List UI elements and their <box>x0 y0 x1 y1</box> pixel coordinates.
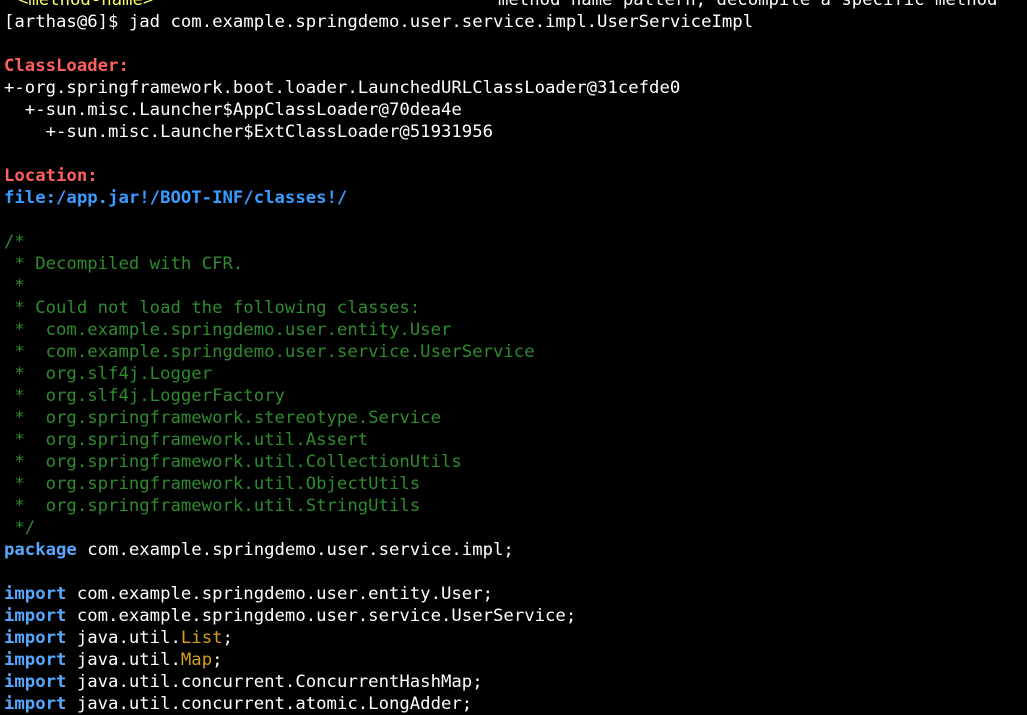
cutoff-help-line: <method-name> method name pattern, decomp… <box>4 0 1027 11</box>
comment-line: * Could not load the following classes: <box>4 298 421 318</box>
import-path: com.example.springdemo.user.entity.User; <box>66 584 494 604</box>
location-heading: Location: <box>4 166 98 186</box>
import-keyword: import <box>4 606 67 626</box>
import-path: java.util.concurrent.ConcurrentHashMap; <box>66 672 483 692</box>
import-suffix: ; <box>212 650 223 670</box>
package-keyword: package <box>4 540 77 560</box>
location-line: file:/app.jar!/BOOT-INF/classes!/ <box>4 187 1027 209</box>
import-line: import com.example.springdemo.user.entit… <box>4 583 1027 605</box>
import-path: java.util.concurrent.atomic.LongAdder; <box>66 694 473 714</box>
comment-line: * org.springframework.util.ObjectUtils <box>4 474 421 494</box>
import-line: import com.example.springdemo.user.servi… <box>4 605 1027 627</box>
comment-line: * org.slf4j.LoggerFactory <box>4 386 285 406</box>
comment-line: * Decompiled with CFR. <box>4 254 244 274</box>
classloader-entry: +-sun.misc.Launcher$ExtClassLoader@51931… <box>4 122 493 142</box>
terminal-output: <method-name> method name pattern, decomp… <box>4 0 1027 715</box>
classloader-line: +-sun.misc.Launcher$ExtClassLoader@51931… <box>4 121 1027 143</box>
classloader-line: +-org.springframework.boot.loader.Launch… <box>4 77 1027 99</box>
help-method-name: <method-name> <box>18 0 154 10</box>
classloader-heading: ClassLoader: <box>4 56 129 76</box>
import-line: import java.util.concurrent.atomic.LongA… <box>4 693 1027 715</box>
import-type: List <box>180 628 223 648</box>
comment-line: /* <box>4 232 25 252</box>
import-keyword: import <box>4 694 67 714</box>
location-path: file:/app.jar!/BOOT-INF/classes!/ <box>4 188 348 208</box>
import-suffix: ; <box>222 628 233 648</box>
import-keyword: import <box>4 584 67 604</box>
classloader-entry: +-sun.misc.Launcher$AppClassLoader@70dea… <box>4 100 462 120</box>
shell-prompt: [arthas@6]$ <box>4 12 129 32</box>
comment-line: * com.example.springdemo.user.entity.Use… <box>4 320 452 340</box>
comment-line: * <box>4 276 25 296</box>
help-method-desc: method name pattern, decompile a specifi… <box>498 0 998 10</box>
import-keyword: import <box>4 672 67 692</box>
import-path: java.util. <box>66 650 181 670</box>
import-type: Map <box>180 650 213 670</box>
import-line: import java.util.List; <box>4 627 1027 649</box>
package-name: com.example.springdemo.user.service.impl… <box>76 540 514 560</box>
classloader-label: ClassLoader: <box>4 55 1027 77</box>
classloader-line: +-sun.misc.Launcher$AppClassLoader@70dea… <box>4 99 1027 121</box>
comment-line: * org.springframework.util.CollectionUti… <box>4 452 462 472</box>
comment-line: * org.slf4j.Logger <box>4 364 213 384</box>
import-path: java.util. <box>66 628 181 648</box>
import-keyword: import <box>4 650 67 670</box>
import-keyword: import <box>4 628 67 648</box>
package-line: package com.example.springdemo.user.serv… <box>4 539 1027 561</box>
import-line: import java.util.Map; <box>4 649 1027 671</box>
command-text: jad com.example.springdemo.user.service.… <box>128 12 754 32</box>
classloader-entry: +-org.springframework.boot.loader.Launch… <box>4 78 681 98</box>
import-line: import java.util.concurrent.ConcurrentHa… <box>4 671 1027 693</box>
comment-line: * com.example.springdemo.user.service.Us… <box>4 342 535 362</box>
import-path: com.example.springdemo.user.service.User… <box>66 606 577 626</box>
comment-line: * org.springframework.util.Assert <box>4 430 369 450</box>
comment-line: * org.springframework.util.StringUtils <box>4 496 421 516</box>
comment-line: * org.springframework.stereotype.Service <box>4 408 441 428</box>
terminal-window[interactable]: <method-name> method name pattern, decomp… <box>0 0 1027 715</box>
command-line: [arthas@6]$ jad com.example.springdemo.u… <box>4 11 1027 33</box>
location-label: Location: <box>4 165 1027 187</box>
comment-line: */ <box>4 518 36 538</box>
